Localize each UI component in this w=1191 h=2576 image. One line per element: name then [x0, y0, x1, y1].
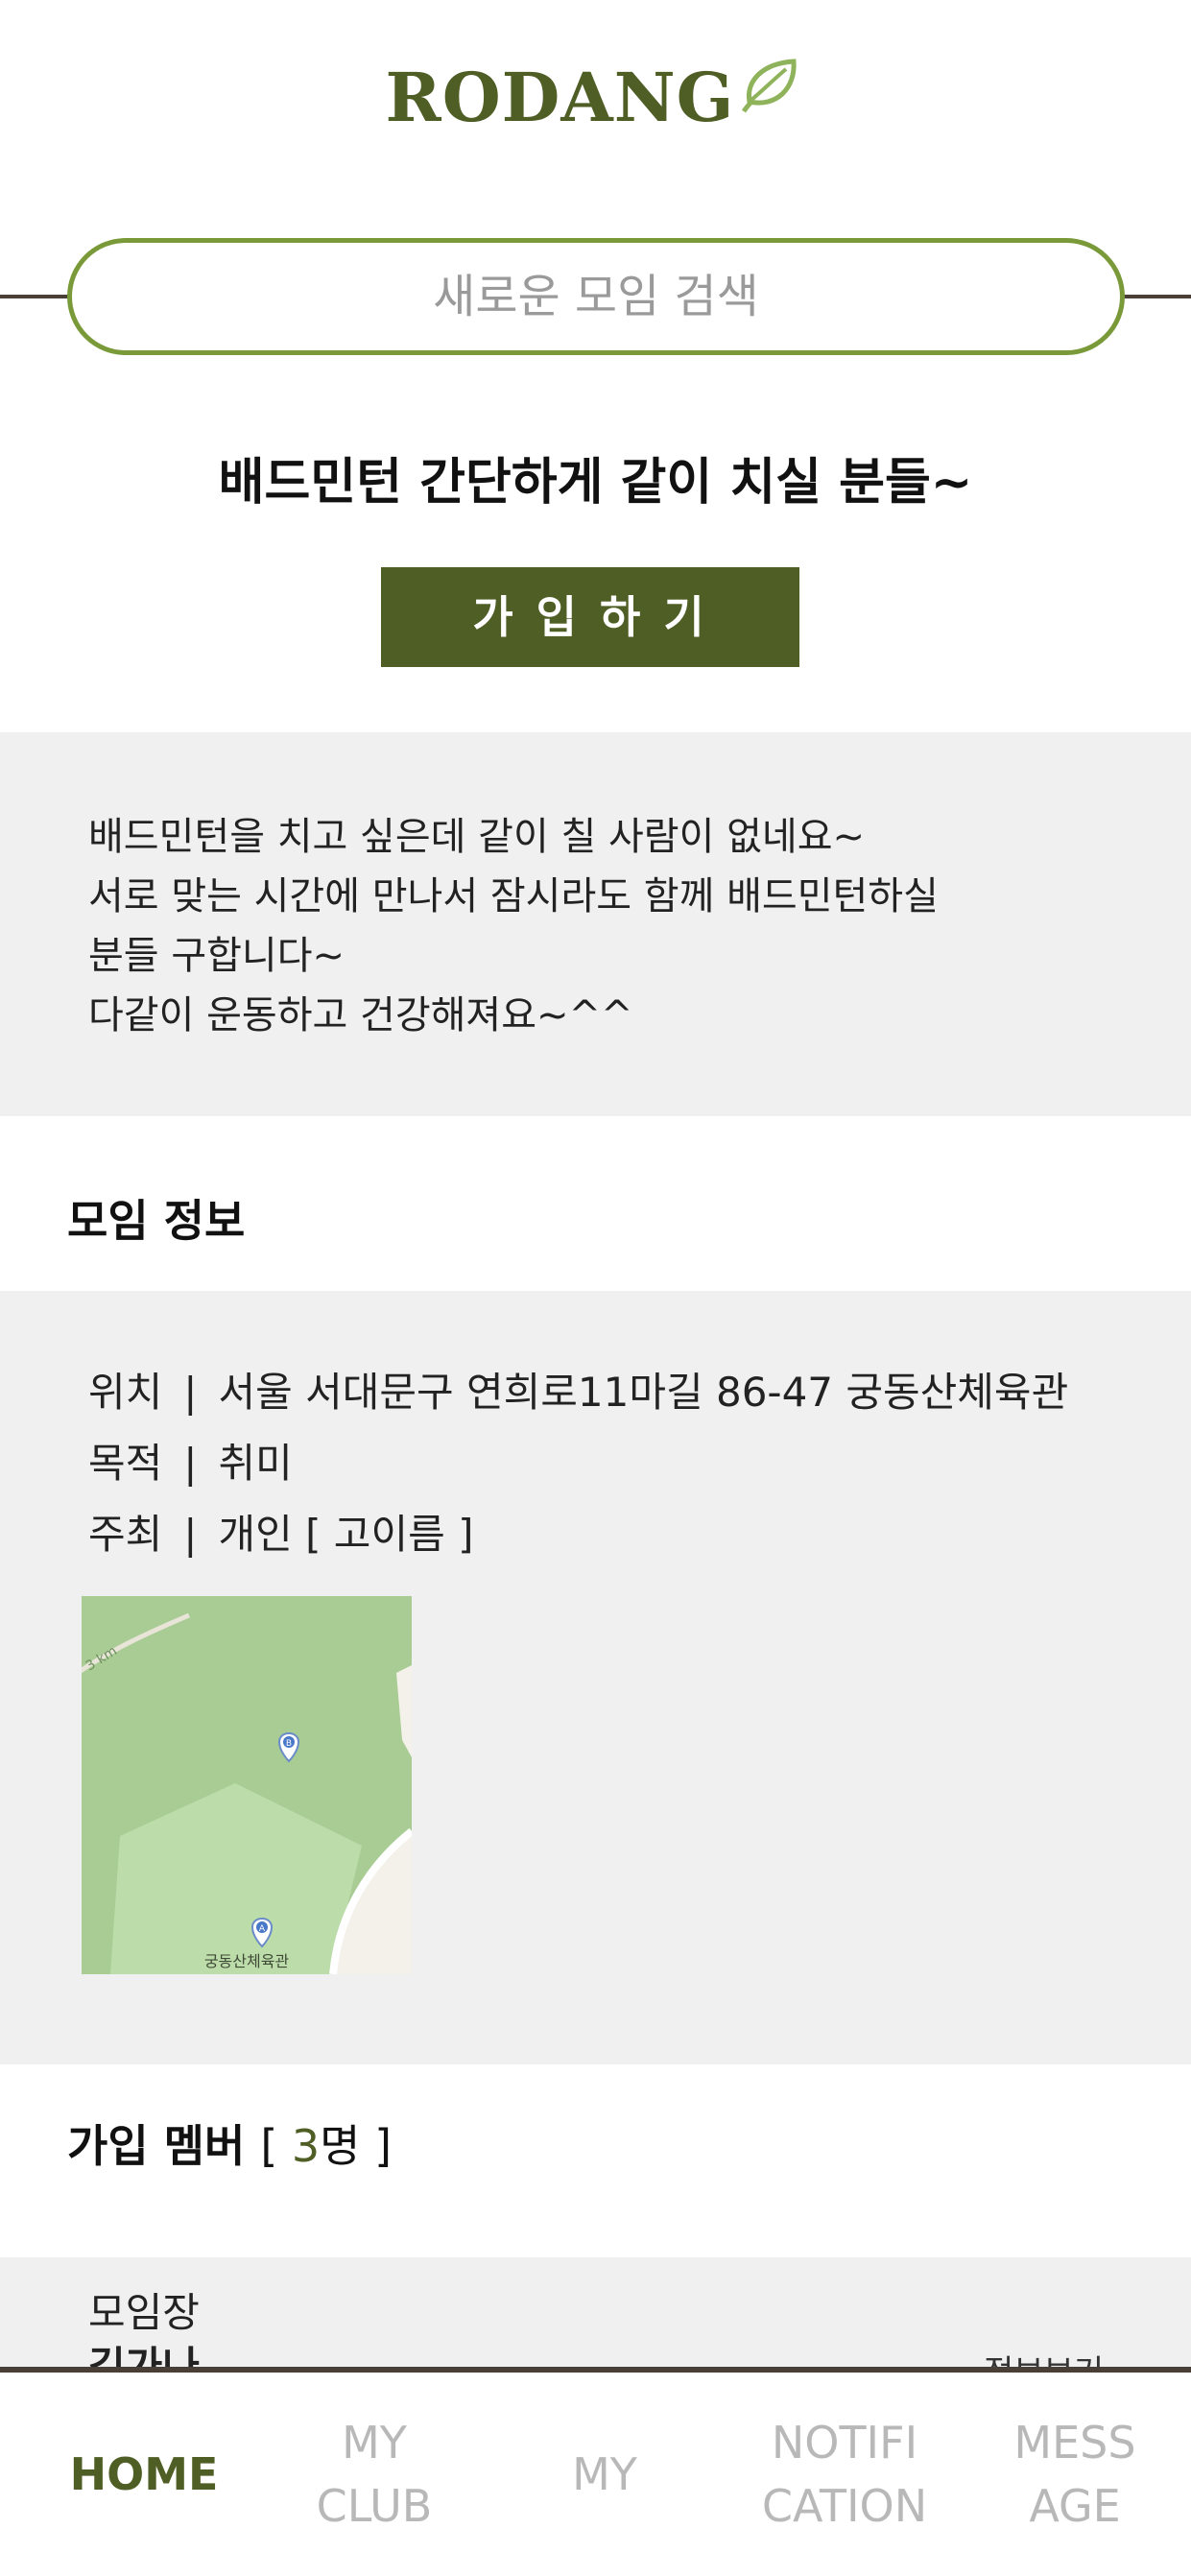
tab-my-club-line1: MY	[342, 2417, 407, 2469]
tab-home-line1: HOME	[69, 2448, 219, 2500]
location-value: 서울 서대문구 연희로11마길 86-47 궁동산체육관	[218, 1369, 1069, 1416]
app-logo[interactable]: RODANG	[0, 58, 1191, 137]
map-place-label: 궁동산체육관	[204, 1952, 290, 1970]
description-line: 배드민턴을 치고 싶은데 같이 칠 사람이 없네요~	[88, 815, 866, 859]
marker-a-label: A	[259, 1924, 266, 1934]
marker-b-label: B	[286, 1739, 292, 1749]
search-placeholder: 새로운 모임 검색	[433, 270, 759, 323]
location-row: 위치 | 서울 서대문구 연희로11마길 86-47 궁동산체육관	[88, 1360, 1068, 1419]
tab-label: HOME	[70, 2443, 219, 2506]
tab-label: MY CLUB	[317, 2411, 433, 2538]
members-count-close: ]	[360, 2120, 393, 2172]
host-label: 주최	[88, 1511, 163, 1558]
members-count-unit: 명	[320, 2120, 361, 2172]
separator: |	[183, 1440, 198, 1487]
search-input[interactable]: 새로운 모임 검색	[67, 238, 1125, 355]
search-divider-right	[1123, 295, 1191, 298]
tab-label: MY	[572, 2443, 637, 2506]
tab-home[interactable]: HOME	[38, 2373, 250, 2576]
purpose-row: 목적 | 취미	[88, 1431, 293, 1490]
tab-notification-line2: CATION	[761, 2480, 928, 2532]
tab-label: MESS AGE	[1013, 2411, 1135, 2538]
separator: |	[183, 1511, 198, 1558]
club-info-panel: 위치 | 서울 서대문구 연희로11마길 86-47 궁동산체육관 목적 | 취미 주최…	[0, 1291, 1191, 2064]
tab-my-line1: MY	[572, 2448, 637, 2500]
members-count-open: [	[260, 2120, 292, 2172]
search-bar: 새로운 모임 검색	[0, 234, 1191, 359]
leaf-icon	[742, 59, 797, 113]
club-description-panel: 배드민턴을 치고 싶은데 같이 칠 사람이 없네요~ 서로 맞는 시간에 만나서…	[0, 732, 1191, 1116]
tab-my-club[interactable]: MY CLUB	[269, 2373, 480, 2576]
location-map[interactable]: 3 km B A 궁동산체육관	[82, 1596, 412, 1974]
purpose-label: 목적	[88, 1440, 163, 1487]
members-count: 3	[291, 2120, 321, 2172]
search-divider-left	[0, 295, 69, 298]
club-info-heading: 모임 정보	[67, 1195, 246, 1247]
join-button[interactable]: 가 입 하 기	[381, 567, 799, 667]
club-description: 배드민턴을 치고 싶은데 같이 칠 사람이 없네요~ 서로 맞는 시간에 만나서…	[88, 807, 939, 1045]
tab-notification[interactable]: NOTIFI CATION	[729, 2373, 960, 2576]
separator: |	[183, 1369, 198, 1416]
purpose-value: 취미	[218, 1440, 293, 1487]
tab-message-line1: MESS	[1013, 2417, 1136, 2469]
map-graphic: 3 km B A 궁동산체육관	[82, 1596, 412, 1974]
members-panel: 모임장 김가나 정보보기	[0, 2257, 1191, 2373]
app-header: RODANG	[0, 0, 1191, 202]
host-row: 주최 | 개인 [ 고이름 ]	[88, 1502, 473, 1561]
members-heading-label: 가입 멤버	[67, 2120, 246, 2172]
host-value: 개인 [ 고이름 ]	[218, 1511, 474, 1558]
logo-text: RODANG	[385, 58, 735, 137]
members-heading: 가입 멤버 [ 3명 ]	[67, 2111, 392, 2175]
tab-message-line2: AGE	[1029, 2480, 1121, 2532]
location-label: 위치	[88, 1369, 163, 1416]
tab-message[interactable]: MESS AGE	[979, 2373, 1171, 2576]
tab-my[interactable]: MY	[499, 2373, 710, 2576]
description-line: 분들 구합니다~	[88, 934, 345, 978]
description-line: 서로 맞는 시간에 만나서 잠시라도 함께 배드민턴하실	[88, 874, 939, 918]
description-line: 다같이 운동하고 건강해져요~^^	[88, 993, 633, 1038]
leader-label: 모임장	[88, 2289, 200, 2336]
tab-label: NOTIFI CATION	[762, 2411, 927, 2538]
tab-notification-line1: NOTIFI	[771, 2417, 918, 2469]
tab-my-club-line2: CLUB	[316, 2480, 433, 2532]
club-title: 배드민턴 간단하게 같이 치실 분들~	[218, 454, 973, 512]
bottom-tab-bar: HOME MY CLUB MY NOTIFI CATION MESS AGE	[0, 2367, 1191, 2576]
